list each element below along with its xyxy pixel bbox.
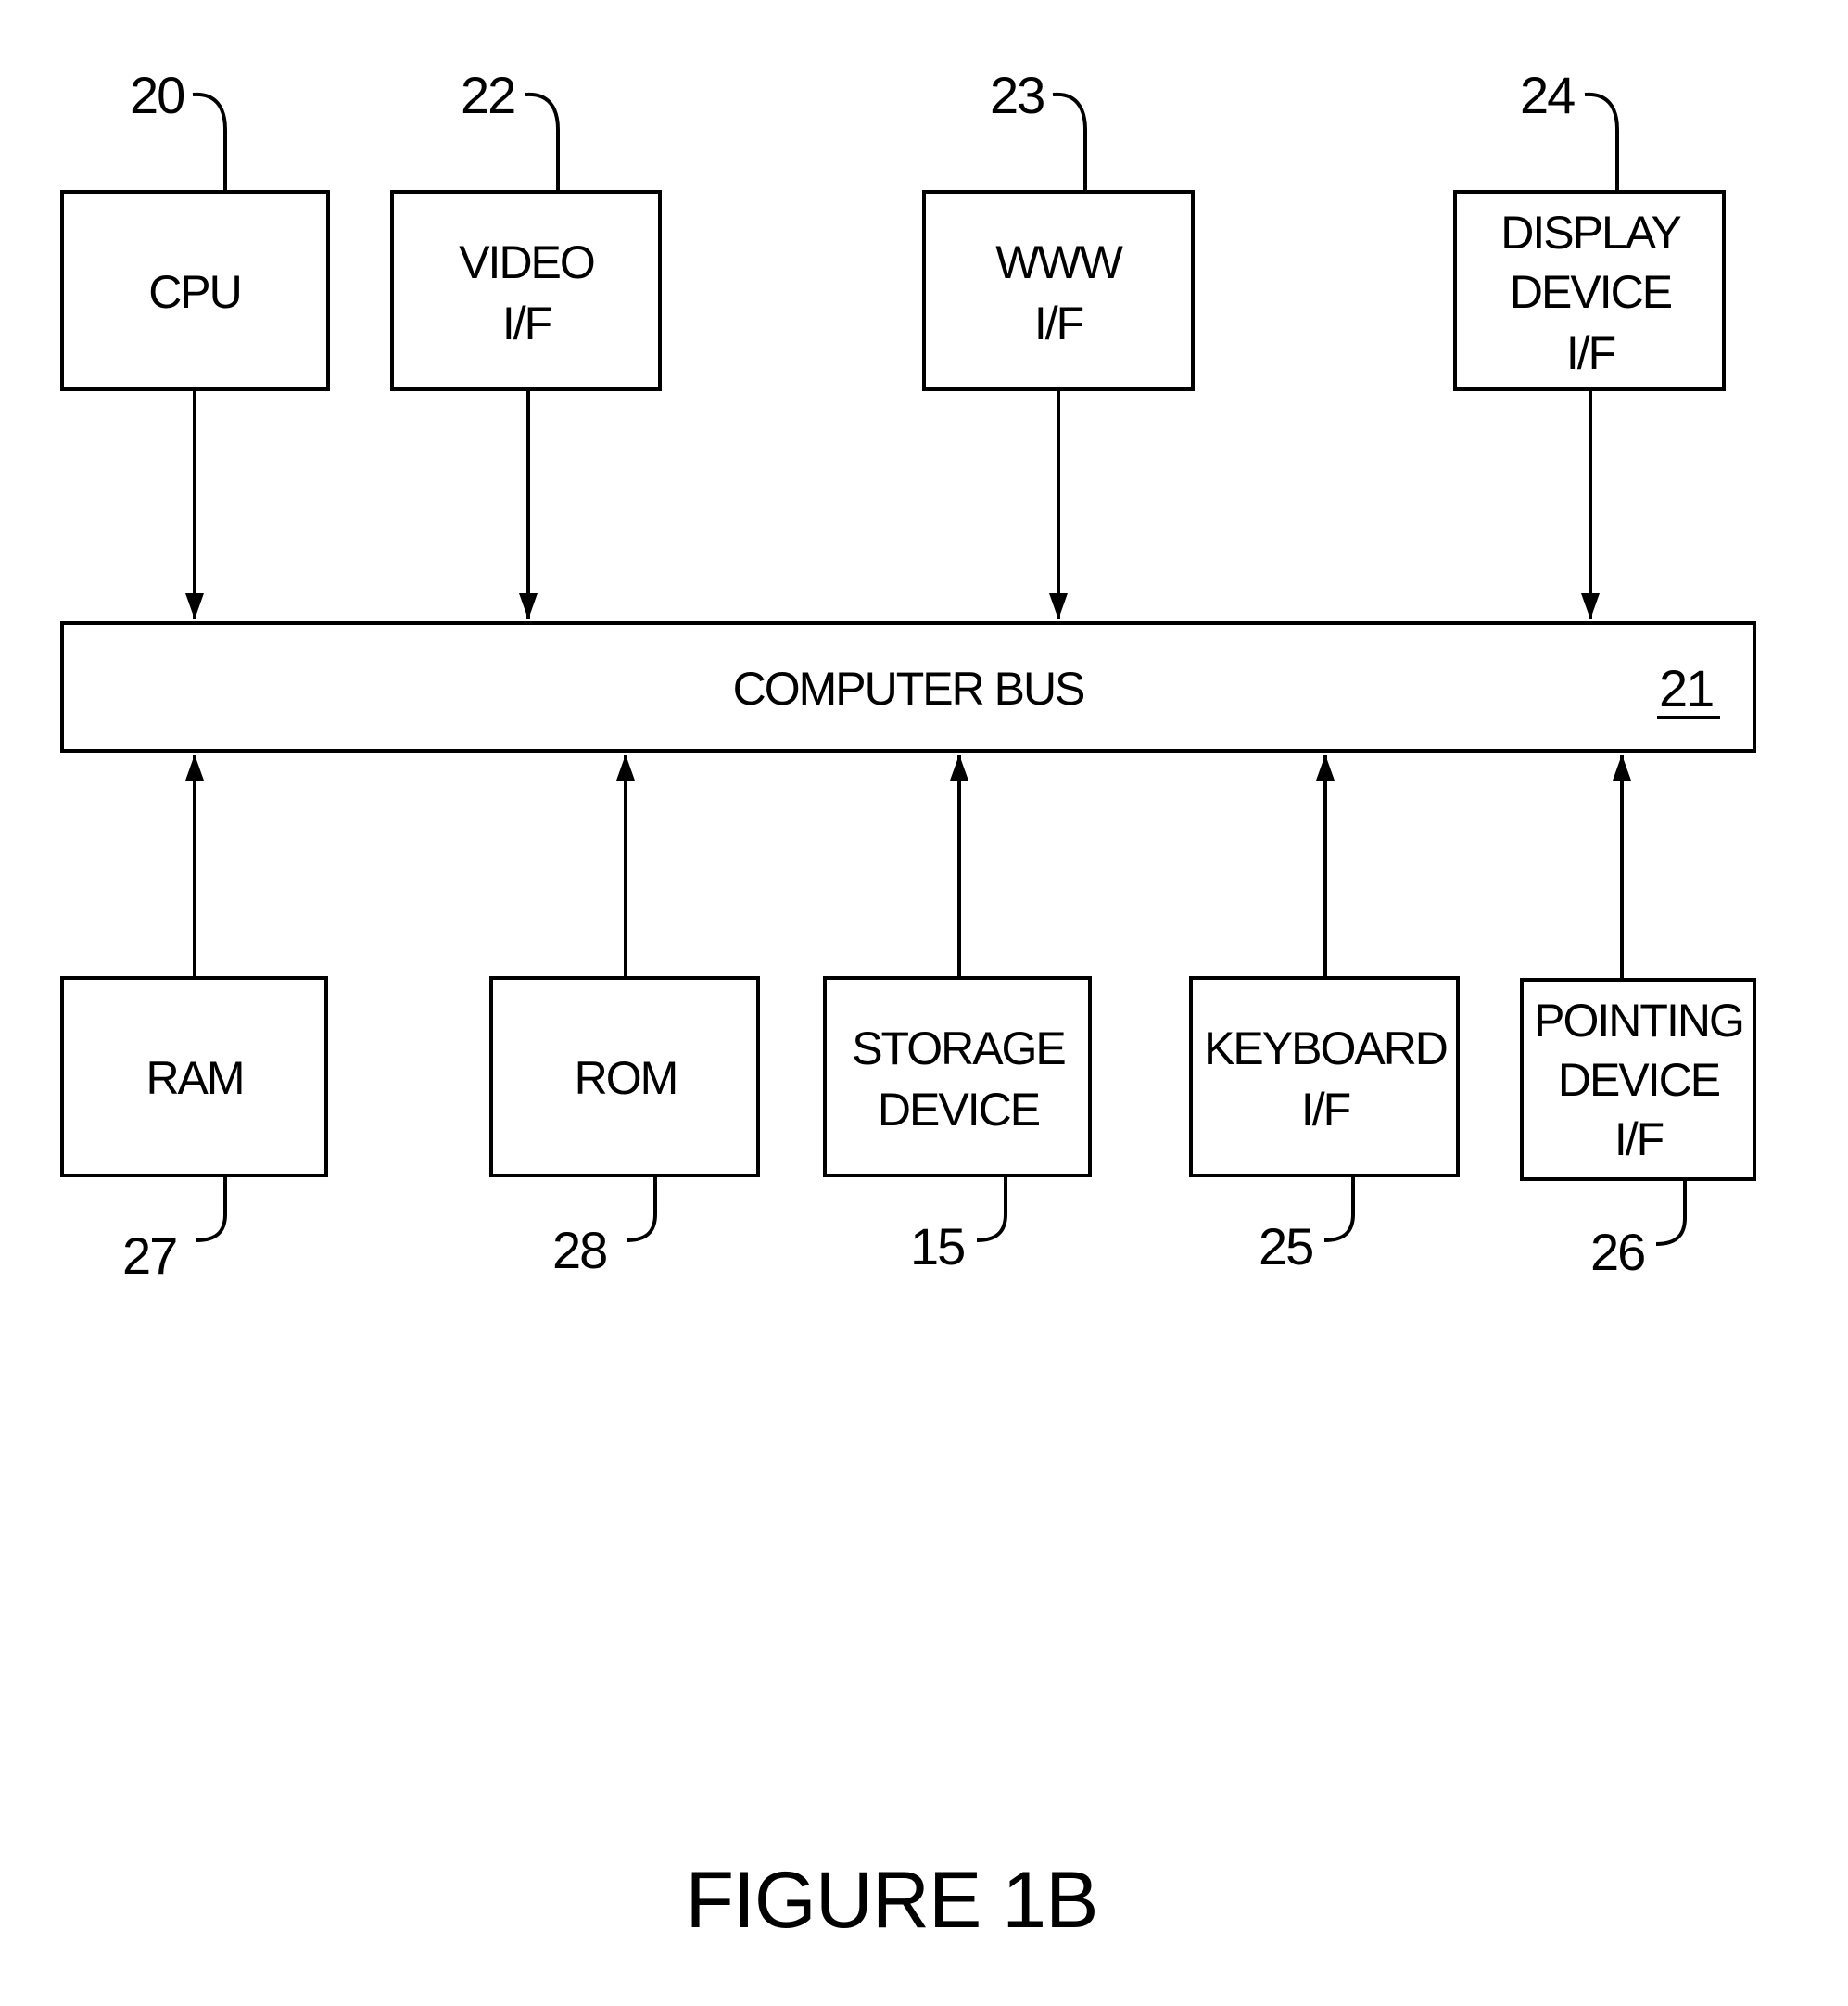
www-label-line1: WWW bbox=[995, 236, 1123, 288]
bus-label: COMPUTER BUS bbox=[733, 663, 1084, 715]
ram-label: RAM bbox=[146, 1052, 243, 1104]
display-leader-line bbox=[1584, 92, 1619, 192]
rom-arrowhead bbox=[616, 755, 635, 781]
component-storage: STORAGE DEVICE 15 bbox=[823, 755, 1092, 1276]
rom-leader-line bbox=[626, 1175, 657, 1242]
video-box bbox=[390, 190, 662, 391]
www-ref-number: 23 bbox=[990, 66, 1044, 124]
rom-label: ROM bbox=[575, 1052, 677, 1104]
display-label-line3: I/F bbox=[1566, 327, 1615, 379]
pointing-label-line3: I/F bbox=[1614, 1113, 1664, 1165]
keyboard-label-line1: KEYBOARD bbox=[1204, 1022, 1447, 1074]
keyboard-label-line2: I/F bbox=[1301, 1084, 1350, 1136]
video-leader-line bbox=[525, 92, 560, 192]
pointing-arrowhead bbox=[1613, 755, 1631, 781]
storage-label-line1: STORAGE bbox=[852, 1022, 1065, 1074]
storage-box bbox=[823, 976, 1092, 1177]
component-pointing: POINTING DEVICE I/F 26 bbox=[1520, 755, 1756, 1281]
figure-caption: FIGURE 1B bbox=[686, 1856, 1098, 1945]
www-leader-line bbox=[1052, 92, 1087, 192]
video-arrowhead bbox=[519, 593, 538, 619]
cpu-ref-number: 20 bbox=[130, 66, 184, 124]
pointing-label-line2: DEVICE bbox=[1558, 1054, 1720, 1106]
display-arrowhead bbox=[1581, 593, 1600, 619]
component-keyboard: KEYBOARD I/F 25 bbox=[1189, 755, 1460, 1276]
computer-bus: COMPUTER BUS 21 bbox=[60, 621, 1756, 753]
keyboard-leader-line bbox=[1323, 1175, 1355, 1242]
component-cpu: CPU 20 bbox=[60, 66, 330, 619]
cpu-label: CPU bbox=[148, 266, 241, 318]
rom-ref-number: 28 bbox=[552, 1221, 606, 1279]
cpu-leader-line bbox=[192, 92, 227, 192]
component-display: DISPLAY DEVICE I/F 24 bbox=[1453, 66, 1726, 619]
keyboard-arrowhead bbox=[1316, 755, 1335, 781]
ram-ref-number: 27 bbox=[122, 1226, 176, 1285]
keyboard-ref-number: 25 bbox=[1259, 1217, 1312, 1276]
storage-arrowhead bbox=[950, 755, 968, 781]
component-www: WWW I/F 23 bbox=[922, 66, 1195, 619]
www-label-line2: I/F bbox=[1034, 298, 1083, 349]
component-video: VIDEO I/F 22 bbox=[390, 66, 662, 619]
bus-ref-number: 21 bbox=[1659, 659, 1713, 717]
component-ram: RAM 27 bbox=[60, 755, 328, 1285]
www-box bbox=[922, 190, 1195, 391]
pointing-ref-number: 26 bbox=[1590, 1223, 1644, 1281]
ram-leader-line bbox=[196, 1175, 227, 1242]
video-label-line2: I/F bbox=[502, 298, 551, 349]
storage-label-line2: DEVICE bbox=[878, 1084, 1040, 1136]
block-diagram: CPU 20 VIDEO I/F 22 WWW I/F 23 DISPLAY D… bbox=[60, 66, 1756, 1945]
ram-arrowhead bbox=[185, 755, 204, 781]
cpu-arrowhead bbox=[185, 593, 204, 619]
www-arrowhead bbox=[1049, 593, 1068, 619]
storage-leader-line bbox=[976, 1175, 1007, 1242]
video-ref-number: 22 bbox=[461, 66, 514, 124]
display-label-line2: DEVICE bbox=[1510, 266, 1672, 318]
pointing-leader-line bbox=[1655, 1179, 1687, 1246]
display-label-line1: DISPLAY bbox=[1500, 207, 1681, 259]
storage-ref-number: 15 bbox=[910, 1217, 964, 1276]
component-rom: ROM 28 bbox=[489, 755, 760, 1279]
keyboard-box bbox=[1189, 976, 1460, 1177]
display-ref-number: 24 bbox=[1520, 66, 1575, 124]
video-label-line1: VIDEO bbox=[459, 236, 594, 288]
pointing-label-line1: POINTING bbox=[1534, 995, 1743, 1047]
